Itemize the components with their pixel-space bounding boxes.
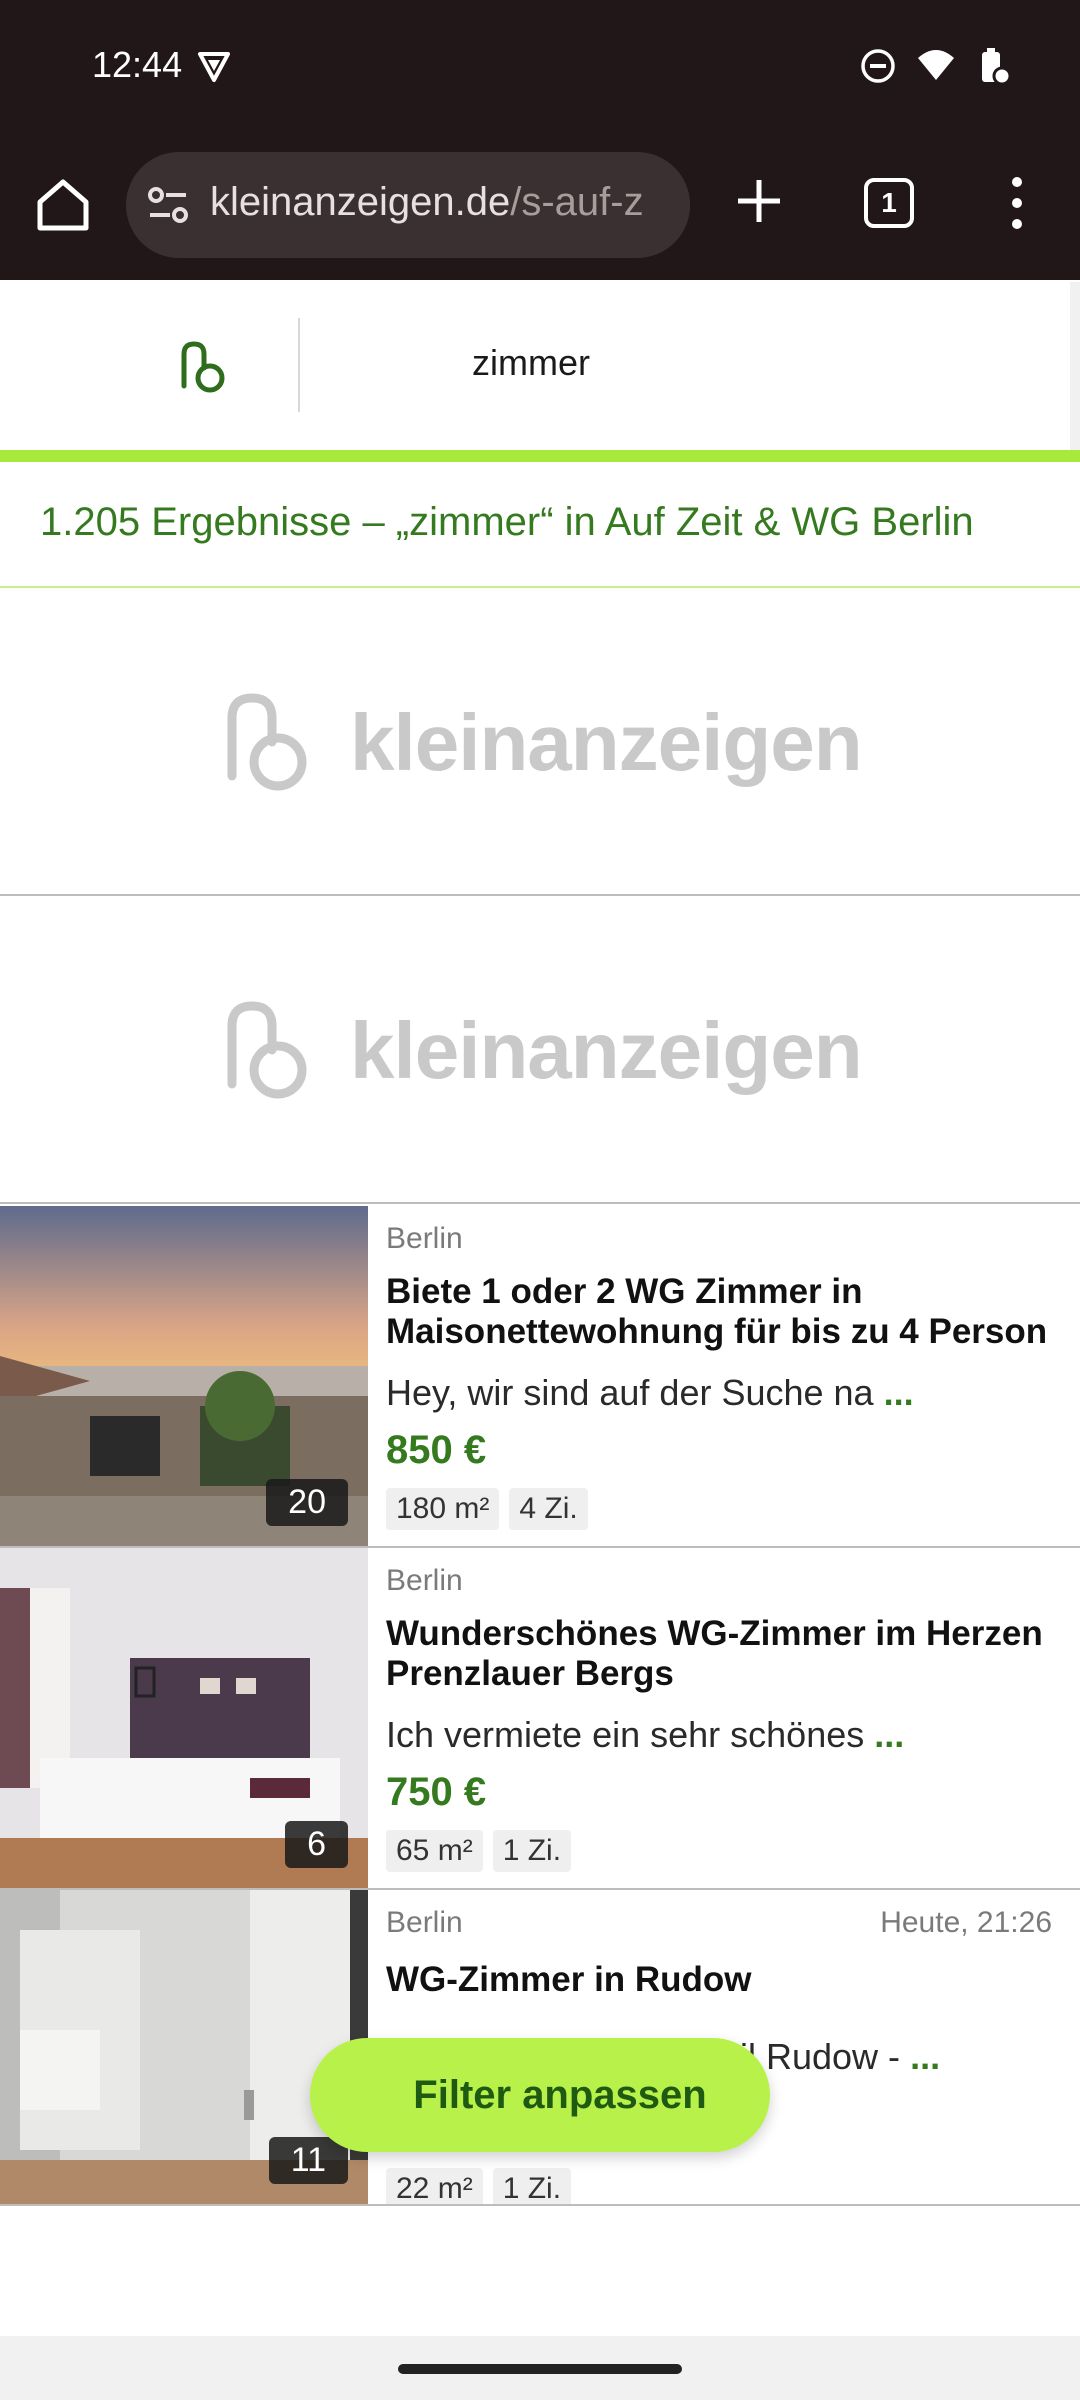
image-count-badge: 6 [285, 1821, 348, 1868]
tag-rooms: 1 Zi. [492, 2168, 572, 2204]
ad-placeholder[interactable]: kleinanzeigen [0, 898, 1080, 1204]
listing-tags: 65 m² 1 Zi. [386, 1830, 572, 1872]
tab-switcher-button[interactable]: 1 [864, 178, 914, 228]
site-settings-icon[interactable] [146, 185, 190, 225]
results-summary-bar: 1.205 Ergebnisse – „zimmer“ in Auf Zeit … [0, 462, 1080, 588]
listing-photo[interactable]: 11 [0, 1890, 368, 2204]
listing-description: il Rudow -... [740, 2036, 940, 2078]
listing-tags: 180 m² 4 Zi. [386, 1488, 588, 1530]
ad-brand: kleinanzeigen [350, 1006, 863, 1095]
kleinanzeigen-logo-icon [227, 1001, 307, 1099]
home-icon[interactable] [28, 170, 98, 240]
tag-area: 22 m² [386, 2168, 483, 2204]
more-ellipsis[interactable]: ... [910, 2036, 940, 2077]
listing-item[interactable]: 20 Berlin Biete 1 oder 2 WG Zimmer in Ma… [0, 1206, 1080, 1548]
listing-title[interactable]: Biete 1 oder 2 WG Zimmer in Maisonettewo… [386, 1272, 1066, 1352]
url-path: /s-auf-z [510, 180, 644, 224]
home-gesture-handle[interactable] [398, 2364, 682, 2374]
results-summary: 1.205 Ergebnisse – „zimmer“ in Auf Zeit … [40, 500, 974, 544]
vpn-shield-icon [198, 52, 230, 82]
listing-photo[interactable]: 20 [0, 1206, 368, 1546]
do-not-disturb-icon [861, 49, 895, 83]
system-nav-bar [0, 2336, 1080, 2400]
status-bar: 12:44 [0, 0, 1080, 130]
image-count-badge: 11 [268, 2137, 348, 2184]
url-text: kleinanzeigen.de/s-auf-z [210, 180, 644, 225]
listing-title[interactable]: WG-Zimmer in Rudow [386, 1960, 1066, 2000]
listing-photo[interactable]: 6 [0, 1548, 368, 1888]
adjust-filter-button[interactable]: Filter anpassen [310, 2038, 770, 2152]
tag-rooms: 1 Zi. [492, 1830, 572, 1872]
listing-date: Heute, 21:26 [880, 1906, 1052, 1939]
ad-placeholder[interactable]: kleinanzeigen [0, 590, 1080, 896]
listing-location: Berlin [386, 1564, 463, 1597]
kleinanzeigen-logo-icon [227, 693, 307, 791]
battery-saver-icon [982, 48, 1012, 86]
listing-description-text: Hey, wir sind auf der Suche na [386, 1372, 874, 1413]
listing-tags: 22 m² 1 Zi. [386, 2168, 572, 2204]
listing-item[interactable]: 6 Berlin Wunderschönes WG-Zimmer im Herz… [0, 1548, 1080, 1890]
site-header: zimmer [0, 282, 1080, 452]
more-ellipsis[interactable]: ... [874, 1714, 904, 1755]
address-bar[interactable]: kleinanzeigen.de/s-auf-z [126, 152, 690, 258]
browser-toolbar: kleinanzeigen.de/s-auf-z 1 [0, 130, 1080, 412]
kleinanzeigen-logo-icon[interactable] [174, 338, 232, 396]
more-ellipsis[interactable]: ... [884, 1372, 914, 1413]
tag-rooms: 4 Zi. [509, 1488, 588, 1530]
new-tab-icon[interactable] [726, 168, 792, 234]
listing-price: 850 € [386, 1428, 487, 1472]
listing-title[interactable]: Wunderschönes WG-Zimmer im Herzen Prenzl… [386, 1614, 1066, 1694]
brand-rule [0, 450, 1080, 462]
listing-location: Berlin [386, 1222, 463, 1255]
overflow-menu-icon[interactable] [1000, 168, 1034, 238]
url-host: kleinanzeigen.de [210, 180, 511, 224]
listing-description-text: Ich vermiete ein sehr schönes [386, 1714, 865, 1755]
wifi-icon [918, 50, 954, 80]
listing-price: 750 € [386, 1770, 487, 1814]
tag-area: 65 m² [386, 1830, 483, 1872]
ad-brand: kleinanzeigen [350, 698, 863, 787]
tag-area: 180 m² [386, 1488, 500, 1530]
listing-description: Ich vermiete ein sehr schönes... [386, 1714, 904, 1756]
listing-description: Hey, wir sind auf der Suche na... [386, 1372, 914, 1414]
search-query[interactable]: zimmer [472, 342, 590, 384]
listing-location: Berlin [386, 1906, 463, 1939]
status-time: 12:44 [92, 44, 183, 85]
image-count-badge: 20 [266, 1479, 348, 1526]
